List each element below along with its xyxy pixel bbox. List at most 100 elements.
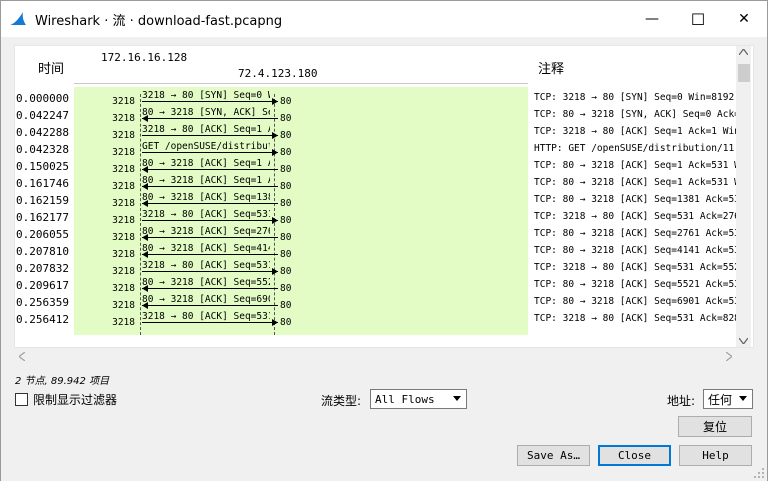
maximize-icon: ☐ <box>690 9 706 29</box>
flow-type-select[interactable]: All Flows <box>370 389 467 409</box>
comment-column-header: 注释 <box>538 62 565 77</box>
flow-row[interactable]: 0.256359 3218 80 → 3218 [ACK] Seq=690… 80 TC… <box>15 294 753 311</box>
flow-row[interactable]: 0.042247 3218 80 → 3218 [SYN, ACK] Se… 80 TC… <box>15 107 753 124</box>
scroll-left-icon[interactable] <box>19 352 25 361</box>
minimize-button[interactable]: — <box>629 1 675 37</box>
flow-arrow-line <box>142 186 278 187</box>
packet-time: 0.161746 <box>16 177 69 190</box>
address-select[interactable]: 任何 <box>703 389 753 409</box>
packet-time: 0.150025 <box>16 160 69 173</box>
packet-comment: TCP: 3218 → 80 [SYN] Seq=0 Win=8192 … <box>534 92 746 103</box>
close-icon: ✕ <box>738 11 750 27</box>
wireshark-fin-icon <box>10 12 26 25</box>
flow-diagram[interactable]: 时间 172.16.16.128 72.4.123.180 注释 0.00000… <box>14 45 754 348</box>
close-button[interactable]: Close <box>598 445 671 466</box>
flow-row[interactable]: 0.000000 3218 3218 → 80 [SYN] Seq=0 W… 80 TC… <box>15 90 753 107</box>
flow-label: 80 → 3218 [ACK] Seq=552… <box>142 277 270 288</box>
flow-label: 80 → 3218 [ACK] Seq=138… <box>142 192 270 203</box>
limit-display-filter[interactable]: 限制显示过滤器 <box>15 391 117 408</box>
dest-port: 80 <box>280 215 292 226</box>
source-port: 3218 <box>112 215 135 226</box>
reset-button[interactable]: 复位 <box>678 416 752 437</box>
vertical-scrollbar[interactable] <box>736 46 751 347</box>
packet-time: 0.000000 <box>16 92 69 105</box>
flow-row[interactable]: 0.207832 3218 3218 → 80 [ACK] Seq=531… 80 TC… <box>15 260 753 277</box>
packet-comment: TCP: 3218 → 80 [ACK] Seq=531 Ack=552… <box>534 262 746 273</box>
address-label: 地址: <box>667 394 696 408</box>
resize-grip-icon[interactable] <box>753 467 765 479</box>
flow-arrow-line <box>142 305 278 306</box>
source-port: 3218 <box>112 300 135 311</box>
packet-comment: TCP: 3218 → 80 [ACK] Seq=531 Ack=828… <box>534 313 746 324</box>
scroll-right-icon[interactable] <box>726 352 732 361</box>
packet-comment: TCP: 80 → 3218 [ACK] Seq=1381 Ack=53… <box>534 194 746 205</box>
packet-time: 0.256412 <box>16 313 69 326</box>
flow-arrow-line <box>142 152 278 153</box>
flow-row[interactable]: 0.209617 3218 80 → 3218 [ACK] Seq=552… 80 TC… <box>15 277 753 294</box>
source-port: 3218 <box>112 96 135 107</box>
packet-time: 0.042288 <box>16 126 69 139</box>
flow-arrow-line <box>142 254 278 255</box>
arrow-left-icon <box>142 115 148 122</box>
arrow-right-icon <box>272 319 278 326</box>
flow-row[interactable]: 0.042288 3218 3218 → 80 [ACK] Seq=1 A… 80 TC… <box>15 124 753 141</box>
limit-filter-label: 限制显示过滤器 <box>33 393 118 407</box>
flow-label: 3218 → 80 [ACK] Seq=1 A… <box>142 124 270 135</box>
source-port: 3218 <box>112 232 135 243</box>
horizontal-scrollbar[interactable] <box>14 349 737 364</box>
packet-comment: TCP: 80 → 3218 [ACK] Seq=1 Ack=531 W… <box>534 177 746 188</box>
arrow-right-icon <box>272 132 278 139</box>
flow-arrow-line <box>142 169 278 170</box>
host-b-label: 72.4.123.180 <box>238 67 318 80</box>
scroll-up-icon[interactable] <box>739 49 748 55</box>
source-port: 3218 <box>112 147 135 158</box>
scroll-down-icon[interactable] <box>739 338 748 344</box>
dest-port: 80 <box>280 249 292 260</box>
arrow-left-icon <box>142 183 148 190</box>
dest-port: 80 <box>280 300 292 311</box>
flow-row[interactable]: 0.150025 3218 80 → 3218 [ACK] Seq=1 A… 80 TC… <box>15 158 753 175</box>
packet-time: 0.209617 <box>16 279 69 292</box>
packet-comment: TCP: 80 → 3218 [ACK] Seq=6901 Ack=53… <box>534 296 746 307</box>
dest-port: 80 <box>280 113 292 124</box>
save-as-button[interactable]: Save As… <box>517 445 590 466</box>
time-column-header: 时间 <box>38 62 65 77</box>
chevron-down-icon <box>453 396 461 401</box>
packet-time: 0.042328 <box>16 143 69 156</box>
packet-time: 0.162177 <box>16 211 69 224</box>
vertical-scroll-thumb[interactable] <box>738 64 750 82</box>
flow-arrow-line <box>142 322 278 323</box>
flow-row[interactable]: 0.162159 3218 80 → 3218 [ACK] Seq=138… 80 TC… <box>15 192 753 209</box>
limit-filter-checkbox[interactable] <box>15 393 28 406</box>
flow-row[interactable]: 0.162177 3218 3218 → 80 [ACK] Seq=531… 80 TC… <box>15 209 753 226</box>
maximize-button[interactable]: ☐ <box>675 1 721 37</box>
flow-label: 3218 → 80 [SYN] Seq=0 W… <box>142 90 270 101</box>
flow-row[interactable]: 0.161746 3218 80 → 3218 [ACK] Seq=1 A… 80 TC… <box>15 175 753 192</box>
source-port: 3218 <box>112 283 135 294</box>
chevron-down-icon <box>739 396 747 401</box>
flow-arrow-line <box>142 118 278 119</box>
flow-label: 80 → 3218 [ACK] Seq=1 A… <box>142 175 270 186</box>
flow-label: 80 → 3218 [ACK] Seq=1 A… <box>142 158 270 169</box>
flow-arrow-line <box>142 288 278 289</box>
arrow-right-icon <box>272 217 278 224</box>
packet-comment: TCP: 3218 → 80 [ACK] Seq=531 Ack=276… <box>534 211 746 222</box>
flow-label: 80 → 3218 [ACK] Seq=276… <box>142 226 270 237</box>
flow-arrow-line <box>142 101 278 102</box>
host-a-label: 172.16.16.128 <box>101 51 188 64</box>
flow-row[interactable]: 0.207810 3218 80 → 3218 [ACK] Seq=414… 80 TC… <box>15 243 753 260</box>
close-window-button[interactable]: ✕ <box>721 1 767 37</box>
packet-time: 0.042247 <box>16 109 69 122</box>
status-text: 2 节点, 89.942 项目 <box>15 376 110 387</box>
source-port: 3218 <box>112 113 135 124</box>
flow-label: 3218 → 80 [ACK] Seq=531… <box>142 209 270 220</box>
packet-time: 0.207832 <box>16 262 69 275</box>
flow-row[interactable]: 0.042328 3218 GET /openSUSE/distributi… 80 H… <box>15 141 753 158</box>
flow-label: 3218 → 80 [ACK] Seq=531… <box>142 311 270 322</box>
packet-time: 0.162159 <box>16 194 69 207</box>
flow-arrow-line <box>142 220 278 221</box>
dest-port: 80 <box>280 164 292 175</box>
flow-row[interactable]: 0.206055 3218 80 → 3218 [ACK] Seq=276… 80 TC… <box>15 226 753 243</box>
flow-row[interactable]: 0.256412 3218 3218 → 80 [ACK] Seq=531… 80 TC… <box>15 311 753 328</box>
help-button[interactable]: Help <box>679 445 752 466</box>
